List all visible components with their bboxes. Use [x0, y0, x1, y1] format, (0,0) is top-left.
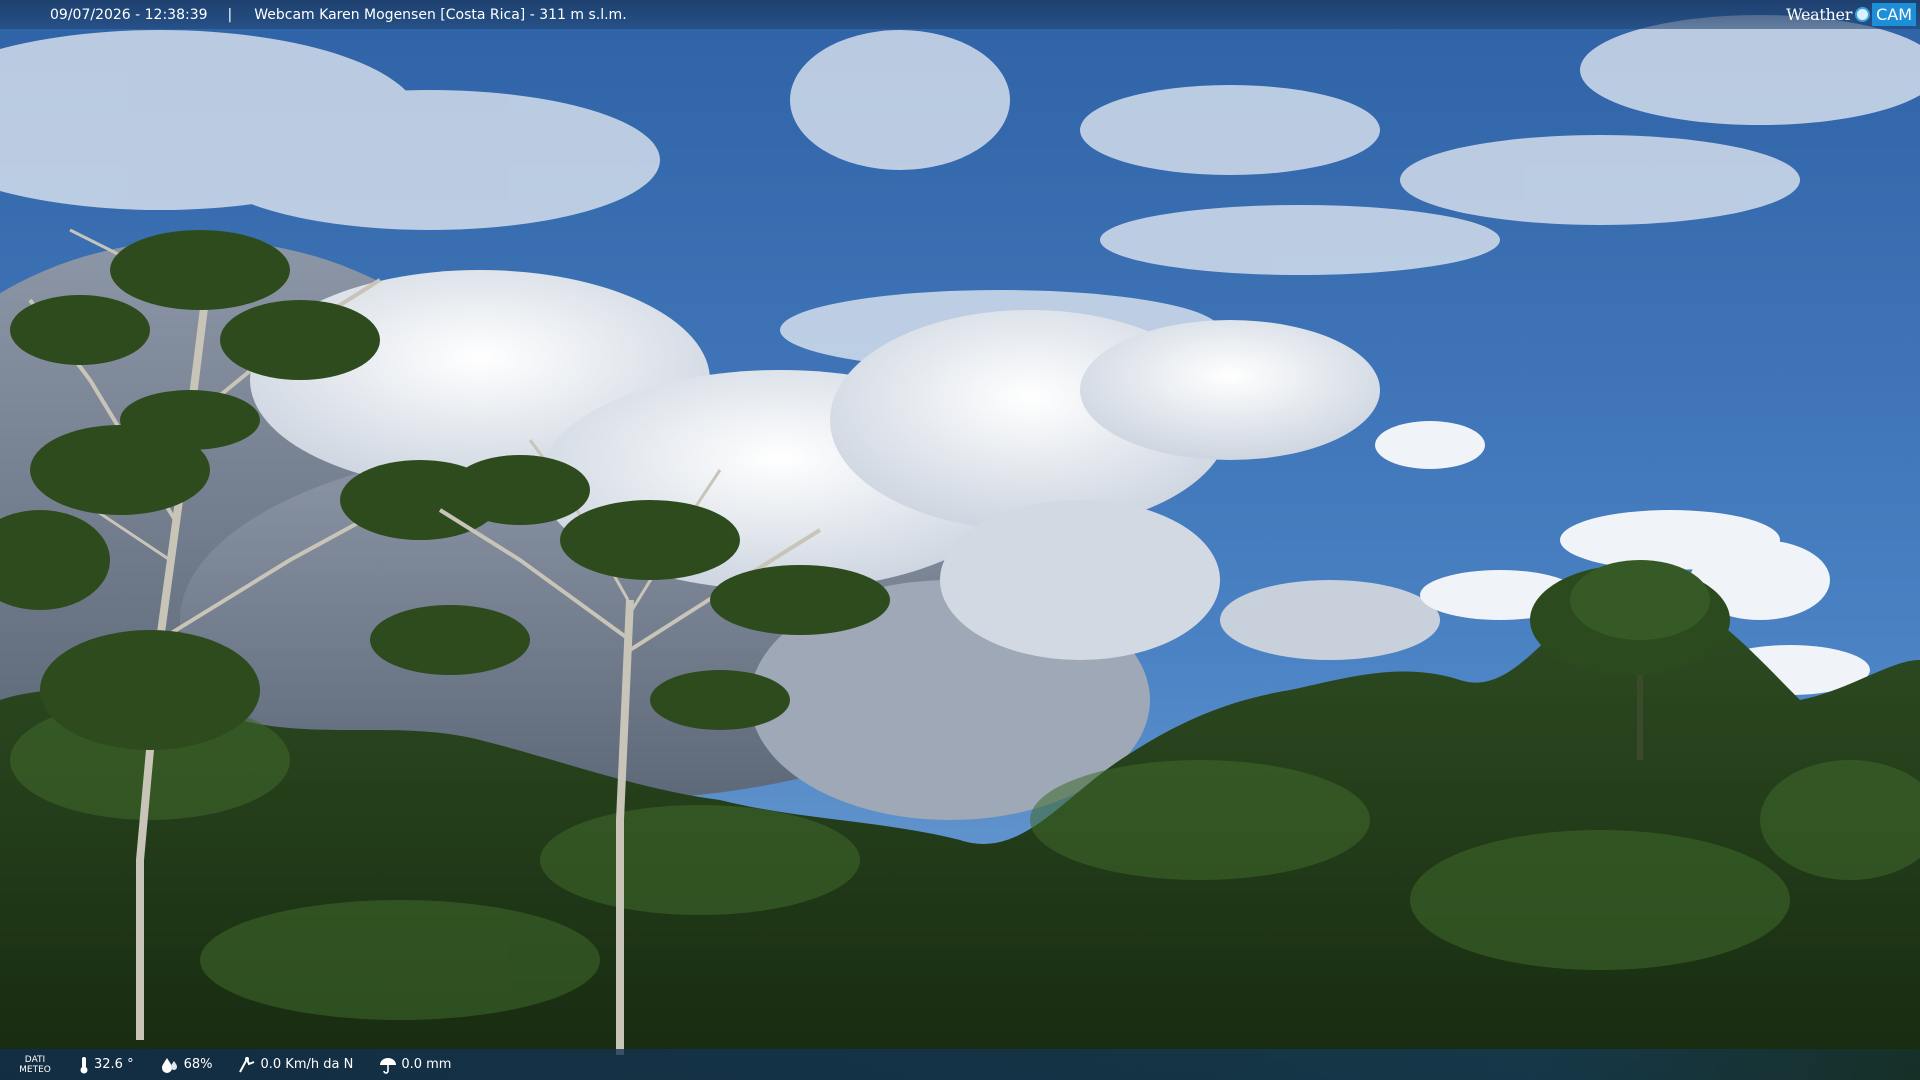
dati-line1: DATI — [24, 1054, 46, 1065]
dati-meteo-label[interactable]: DATI METEO — [0, 1055, 70, 1075]
location-label: Webcam Karen Mogensen [Costa Rica] - 311… — [254, 6, 627, 23]
header-bar: 09/07/2026 - 12:38:39 | Webcam Karen Mog… — [0, 0, 1920, 29]
humidity-value: 68% — [183, 1057, 213, 1072]
logo-weather-text: Weather — [1786, 5, 1853, 24]
header-separator: | — [227, 6, 233, 23]
rain-reading: 0.0 mm — [379, 1056, 451, 1074]
humidity-drops-icon — [161, 1057, 177, 1073]
webcam-image — [0, 0, 1920, 1080]
temperature-reading: 32.6 ° — [78, 1056, 134, 1074]
timestamp: 09/07/2026 - 12:38:39 — [50, 6, 208, 23]
logo-globe-icon — [1855, 7, 1871, 22]
weathercam-logo[interactable]: Weather CAM — [1786, 0, 1920, 29]
thermometer-icon — [80, 1056, 88, 1073]
rain-value: 0.0 mm — [401, 1057, 452, 1072]
wind-value: 0.0 Km/h da N — [260, 1057, 354, 1072]
rain-umbrella-icon — [380, 1057, 397, 1074]
temperature-value: 32.6 ° — [94, 1057, 134, 1072]
weather-data-bar: DATI METEO 32.6 ° 68% 0.0 Km/h da N 0.0 … — [0, 1049, 1920, 1080]
logo-cam-text: CAM — [1872, 3, 1916, 26]
dati-line2: METEO — [19, 1064, 51, 1075]
wind-reading: 0.0 Km/h da N — [238, 1056, 353, 1074]
wind-icon — [239, 1056, 255, 1072]
humidity-reading: 68% — [160, 1056, 213, 1074]
